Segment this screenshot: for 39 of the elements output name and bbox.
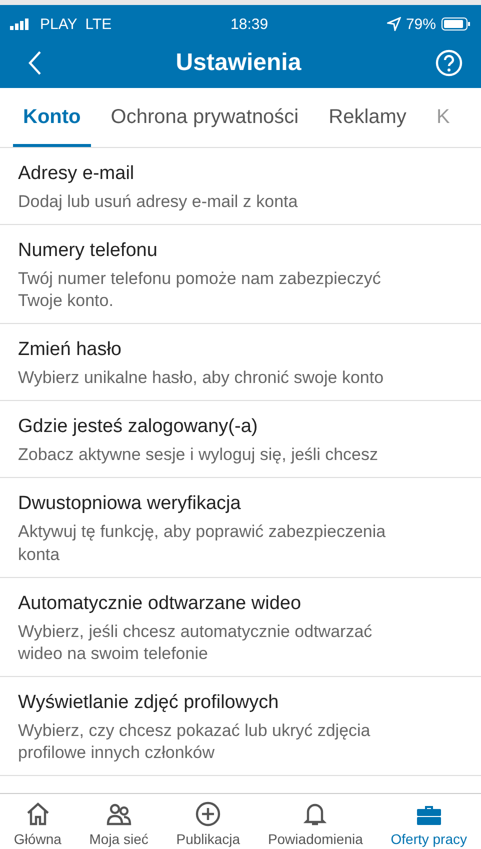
nav-item[interactable]: Główna	[14, 800, 62, 847]
settings-row[interactable]: Wyświetlanie zdjęć profilowych Wybierz, czy chcesz pokazać lub ukryć zdjęcia profilowe innych członków	[0, 676, 481, 776]
setting-title: Numery telefonu	[18, 240, 158, 262]
nav-item[interactable]: Oferty pracy	[390, 800, 467, 847]
page-title: Ustawienia	[174, 49, 302, 77]
setting-title: Gdzie jesteś zalogowany(-a)	[18, 416, 259, 438]
nav-item[interactable]: Powiadomienia	[268, 800, 363, 847]
settings-row[interactable]: Automatycznie odtwarzane wideo Wybierz, jeśli chcesz automatycznie odtwarzać wideo na swoim telefonie	[0, 578, 481, 677]
back-button[interactable]	[28, 50, 42, 76]
setting-description: Zobacz aktywne sesje i wyloguj się, jeśli chcesz	[18, 444, 379, 466]
nav-item[interactable]: Moja sieć	[89, 800, 148, 847]
battery-percent: 79%	[406, 16, 436, 32]
clock-time: 18:39	[230, 16, 268, 32]
setting-title: Dwustopniowa weryfikacja	[18, 493, 242, 516]
location-arrow-icon	[386, 17, 401, 31]
setting-description: Aktywuj tę funkcję, aby poprawić zabezpieczenia konta	[18, 521, 387, 566]
setting-description: Dodaj lub usuń adresy e-mail z konta	[18, 191, 299, 213]
tab[interactable]: Reklamy	[318, 88, 416, 147]
settings-row[interactable]: Adresy e-mail Dodaj lub usuń adresy e-mail z konta	[0, 148, 481, 226]
setting-description: Wybierz unikalne hasło, aby chronić swoje konto	[18, 367, 385, 390]
help-button[interactable]	[435, 49, 463, 77]
settings-row[interactable]: Zmień hasło Wybierz unikalne hasło, aby chronić swoje konto	[0, 324, 481, 402]
setting-title: Adresy e-mail	[18, 163, 136, 185]
setting-title: Automatycznie odtwarzane wideo	[18, 592, 302, 615]
tab[interactable]: Ochrona prywatności	[100, 88, 309, 147]
settings-row[interactable]: Numery telefonu Twój numer telefonu pomoże nam zabezpieczyć Twoje konto.	[0, 225, 481, 324]
plus-circle-icon	[194, 800, 222, 828]
nav-item[interactable]: Publikacja	[176, 800, 240, 847]
carrier-name: PLAY	[40, 16, 78, 32]
setting-title: Wyświetlanie zdjęć profilowych	[18, 692, 280, 714]
setting-description: Twój numer telefonu pomoże nam zabezpieczyć Twoje konto.	[18, 268, 382, 312]
tab[interactable]: Konto	[13, 88, 91, 147]
setting-title: Zmień hasło	[18, 339, 122, 362]
setting-description: Wybierz, jeśli chcesz automatycznie odtwarzać wideo na swoim telefonie	[18, 620, 374, 665]
setting-description: Wybierz, czy chcesz pokazać lub ukryć zdjęcia profilowe innych członków	[18, 720, 372, 764]
settings-row[interactable]: Dwustopniowa weryfikacja Aktywuj tę funkcję, aby poprawić zabezpieczenia konta	[0, 478, 481, 578]
battery-icon	[441, 17, 471, 31]
network-type: LTE	[85, 16, 112, 32]
settings-row[interactable]: Gdzie jesteś zalogowany(-a) Zobacz aktywne sesje i wyloguj się, jeśli chcesz	[0, 401, 481, 478]
